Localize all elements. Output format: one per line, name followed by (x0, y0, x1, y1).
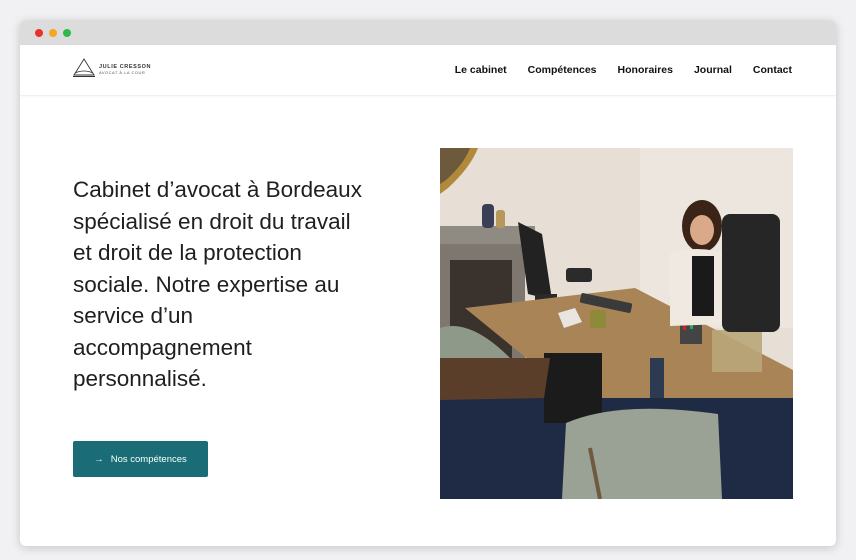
browser-window: JULIE CRESSON AVOCAT À LA COUR Le cabine… (20, 20, 836, 546)
nav-link-competences[interactable]: Compétences (528, 64, 597, 76)
cta-label: Nos compétences (110, 453, 187, 465)
nav-link-cabinet[interactable]: Le cabinet (455, 64, 507, 76)
main-nav: Le cabinet Compétences Honoraires Journa… (455, 64, 792, 76)
close-dot[interactable] (35, 28, 43, 37)
nav-link-honoraires[interactable]: Honoraires (618, 64, 673, 76)
window-titlebar (20, 20, 836, 45)
nav-link-contact[interactable]: Contact (753, 64, 792, 76)
logo-tagline: AVOCAT À LA COUR (99, 70, 146, 76)
maximize-dot[interactable] (63, 28, 71, 37)
hero-headline: Cabinet d’avocat à Bordeaux spécialisé e… (73, 177, 362, 391)
office-photo (440, 148, 793, 499)
minimize-dot[interactable] (49, 28, 57, 37)
nav-link-journal[interactable]: Journal (694, 64, 732, 76)
triangle-logo-icon (72, 57, 96, 83)
office-photo-illustration (440, 148, 793, 499)
site-logo[interactable]: JULIE CRESSON AVOCAT À LA COUR (72, 57, 151, 83)
hero-section: Cabinet d’avocat à Bordeaux spécialisé e… (20, 96, 836, 546)
logo-text: JULIE CRESSON AVOCAT À LA COUR (99, 64, 151, 76)
competences-cta-button[interactable]: → Nos compétences (73, 441, 208, 477)
site-header: JULIE CRESSON AVOCAT À LA COUR Le cabine… (20, 45, 836, 96)
arrow-right-icon: → (94, 453, 104, 465)
